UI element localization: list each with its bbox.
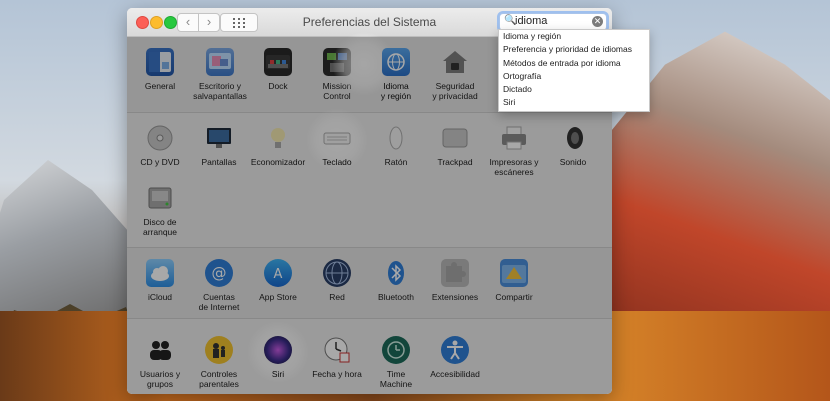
- pref-energy-saver[interactable]: Economizador: [245, 124, 311, 167]
- pref-cd-dvd[interactable]: CD y DVD: [127, 124, 193, 167]
- pref-extensions[interactable]: Extensiones: [422, 259, 488, 302]
- pref-general[interactable]: General: [127, 48, 193, 91]
- pref-keyboard[interactable]: Teclado: [304, 124, 370, 167]
- pref-sharing[interactable]: Compartir: [481, 259, 547, 302]
- bulb-icon: [264, 124, 292, 152]
- pref-parental-controls[interactable]: Controles parentales: [186, 336, 252, 389]
- users-icon: [146, 336, 174, 364]
- pref-date-time[interactable]: Fecha y hora: [304, 336, 370, 379]
- clear-search-icon[interactable]: ✕: [592, 16, 603, 27]
- pref-internet-accounts[interactable]: @ Cuentas de Internet: [186, 259, 252, 312]
- pref-sound[interactable]: Sonido: [540, 124, 606, 167]
- at-icon: @: [205, 259, 233, 287]
- puzzle-icon: [441, 259, 469, 287]
- pref-printers-scanners[interactable]: Impresoras y escáneres: [481, 124, 547, 177]
- bluetooth-icon: [382, 259, 410, 287]
- dock-icon: [264, 48, 292, 76]
- search-results-menu: Idioma y región Preferencia y prioridad …: [498, 29, 650, 112]
- pref-time-machine[interactable]: Time Machine: [363, 336, 429, 389]
- search-input[interactable]: idioma: [515, 15, 547, 27]
- display-icon: [205, 124, 233, 152]
- time-machine-icon: [382, 336, 410, 364]
- pref-displays[interactable]: Pantallas: [186, 124, 252, 167]
- house-lock-icon: [441, 48, 469, 76]
- sharing-icon: [500, 259, 528, 287]
- pref-siri[interactable]: Siri: [245, 336, 311, 379]
- pref-startup-disk[interactable]: Disco de arranque: [127, 184, 193, 237]
- pref-trackpad[interactable]: Trackpad: [422, 124, 488, 167]
- cd-icon: [146, 124, 174, 152]
- desktop-icon: [206, 48, 234, 76]
- pref-bluetooth[interactable]: Bluetooth: [363, 259, 429, 302]
- pref-accessibility[interactable]: Accesibilidad: [422, 336, 488, 379]
- mouse-icon: [382, 124, 410, 152]
- globe-flag-icon: [382, 48, 410, 76]
- speaker-icon: [559, 124, 587, 152]
- pref-dock[interactable]: Dock: [245, 48, 311, 91]
- search-result-item[interactable]: Siri: [499, 96, 649, 109]
- keyboard-icon: [323, 124, 351, 152]
- accessibility-icon: [441, 336, 469, 364]
- search-result-item[interactable]: Idioma y región: [499, 30, 649, 43]
- siri-icon: [264, 336, 292, 364]
- printer-icon: [500, 124, 528, 152]
- forward-button[interactable]: ›: [198, 13, 220, 32]
- parental-icon: [205, 336, 233, 364]
- pref-icloud[interactable]: iCloud: [127, 259, 193, 302]
- maximize-window-button[interactable]: [164, 16, 177, 29]
- show-all-button[interactable]: [220, 13, 258, 32]
- network-globe-icon: [323, 259, 351, 287]
- pref-mouse[interactable]: Ratón: [363, 124, 429, 167]
- svg-text:@: @: [212, 264, 227, 282]
- pref-desktop-screensaver[interactable]: Escritorio y salvapantallas: [187, 48, 253, 101]
- close-window-button[interactable]: [136, 16, 149, 29]
- window-title: Preferencias del Sistema: [302, 15, 437, 29]
- disk-icon: [146, 184, 174, 212]
- search-result-item[interactable]: Preferencia y prioridad de idiomas: [499, 43, 649, 56]
- svg-text:A: A: [274, 267, 283, 282]
- general-icon: [146, 48, 174, 76]
- appstore-icon: A: [264, 259, 292, 287]
- pref-network[interactable]: Red: [304, 259, 370, 302]
- cloud-icon: [146, 259, 174, 287]
- search-result-item[interactable]: Ortografía: [499, 70, 649, 83]
- search-result-item[interactable]: Métodos de entrada por idioma: [499, 57, 649, 70]
- trackpad-icon: [441, 124, 469, 152]
- pref-security-privacy[interactable]: Seguridad y privacidad: [422, 48, 488, 101]
- pref-users-groups[interactable]: Usuarios y grupos: [127, 336, 193, 389]
- pref-app-store[interactable]: A App Store: [245, 259, 311, 302]
- minimize-window-button[interactable]: [150, 16, 163, 29]
- pref-language-region[interactable]: Idioma y región: [363, 48, 429, 101]
- back-button[interactable]: ‹: [177, 13, 199, 32]
- clock-icon: [323, 336, 351, 364]
- search-result-item[interactable]: Dictado: [499, 83, 649, 96]
